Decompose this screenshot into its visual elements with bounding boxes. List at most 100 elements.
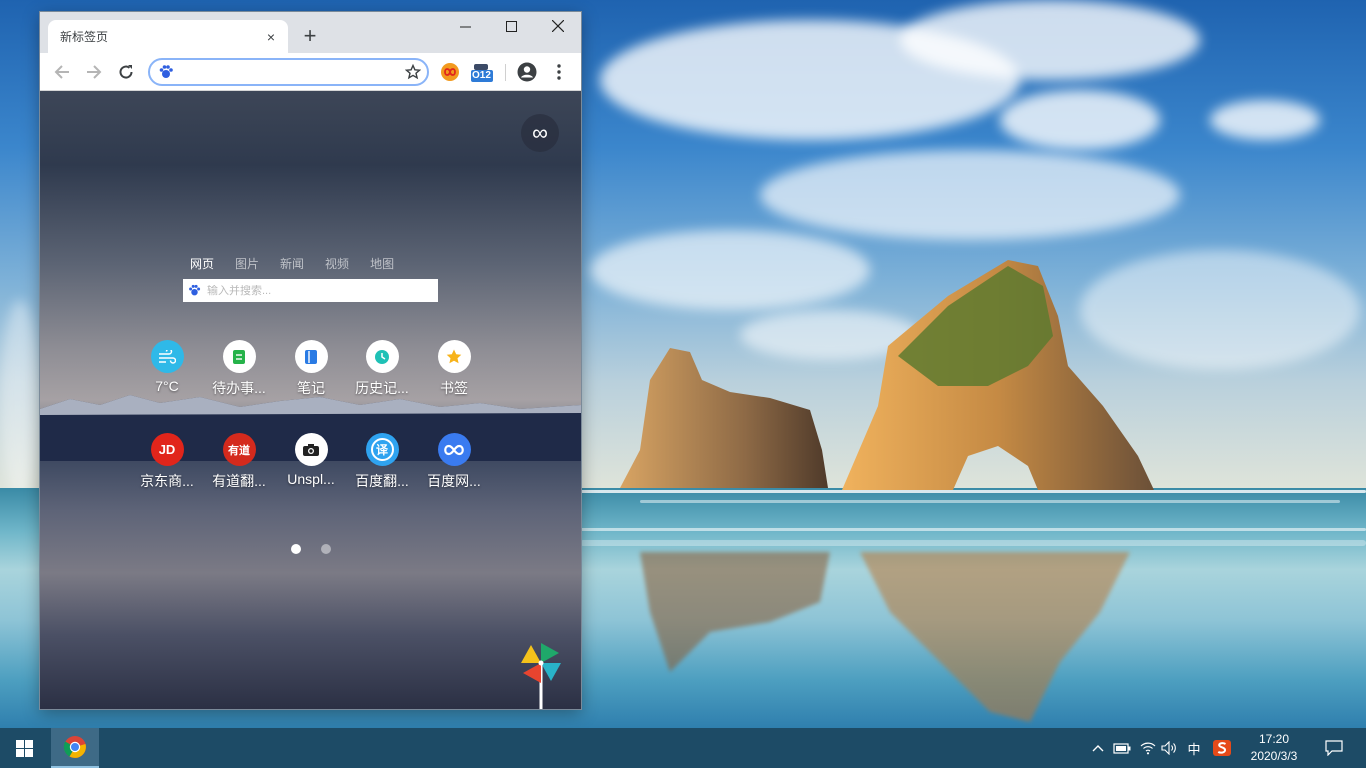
tab-title: 新标签页 bbox=[60, 30, 109, 44]
battery-icon bbox=[1113, 743, 1131, 754]
arch-reflection bbox=[860, 552, 1130, 722]
cloud bbox=[760, 150, 1180, 240]
extension-badge-button[interactable]: O12 bbox=[470, 61, 494, 83]
network-tray-button[interactable] bbox=[1137, 728, 1159, 768]
maximize-button[interactable] bbox=[488, 12, 534, 40]
search-input[interactable] bbox=[207, 284, 427, 297]
forward-button[interactable] bbox=[82, 60, 106, 84]
cloud bbox=[900, 0, 1200, 80]
search-tab-map[interactable]: 地图 bbox=[370, 255, 394, 272]
history-clock-icon bbox=[365, 340, 399, 373]
shortcut-todo[interactable]: 待办事... bbox=[206, 340, 272, 398]
close-window-button[interactable] bbox=[535, 12, 581, 40]
back-button[interactable] bbox=[50, 60, 74, 84]
browser-window: 新标签页 × + O12 ∞ 网页 图片 新闻 视频 地图 输入并搜索... 7… bbox=[40, 12, 581, 709]
shortcut-history[interactable]: 历史记... bbox=[349, 340, 415, 398]
youdao-logo-icon: 有道 bbox=[222, 433, 256, 466]
omnibox[interactable] bbox=[148, 58, 429, 86]
baidu-paw-icon bbox=[159, 65, 173, 78]
search-tab-news[interactable]: 新闻 bbox=[280, 255, 304, 272]
cloud bbox=[1000, 90, 1160, 150]
chrome-logo-icon bbox=[63, 736, 86, 758]
new-tab-button[interactable]: + bbox=[298, 23, 322, 48]
sogou-ime-button[interactable] bbox=[1210, 728, 1234, 768]
shortcut-youdao[interactable]: 有道 有道翻... bbox=[206, 433, 272, 491]
reload-button[interactable] bbox=[114, 60, 138, 84]
shortcut-label: 7°C bbox=[155, 378, 179, 394]
shortcut-baidu-netdisk[interactable]: 百度网... bbox=[421, 433, 487, 491]
browser-toolbar: O12 bbox=[40, 53, 581, 91]
infinity-menu-button[interactable]: ∞ bbox=[521, 114, 559, 152]
extension-badge-text: O12 bbox=[472, 70, 491, 81]
baidu-translate-icon: 译 bbox=[365, 433, 399, 466]
page-indicator-dot-active[interactable] bbox=[291, 544, 301, 554]
page-indicator-dot[interactable] bbox=[321, 544, 331, 554]
wifi-icon bbox=[1140, 742, 1156, 755]
input-method-indicator[interactable]: 中 bbox=[1183, 728, 1205, 768]
minimize-button[interactable] bbox=[442, 12, 488, 40]
search-tab-images[interactable]: 图片 bbox=[235, 255, 259, 272]
infinity-icon: ∞ bbox=[532, 120, 548, 145]
address-input[interactable] bbox=[180, 64, 405, 80]
chevron-up-icon bbox=[1092, 745, 1104, 752]
shortcut-notes[interactable]: 笔记 bbox=[278, 340, 344, 398]
battery-tray-button[interactable] bbox=[1111, 728, 1133, 768]
shortcut-jd[interactable]: JD 京东商... bbox=[134, 433, 200, 491]
search-tab-web[interactable]: 网页 bbox=[190, 255, 214, 272]
shortcut-bookmarks[interactable]: 书签 bbox=[421, 340, 487, 398]
baidu-netdisk-icon bbox=[437, 433, 471, 466]
shortcut-label: Unspl... bbox=[287, 471, 335, 487]
todo-icon bbox=[222, 340, 256, 373]
weather-wind-icon bbox=[150, 340, 184, 373]
tab-strip: 新标签页 × + bbox=[40, 12, 581, 53]
speaker-icon bbox=[1161, 741, 1176, 755]
more-vert-icon bbox=[557, 64, 561, 80]
search-engine-tabs: 网页 图片 新闻 视频 地图 bbox=[190, 255, 415, 272]
baidu-paw-icon bbox=[189, 284, 201, 296]
jd-logo-icon: JD bbox=[150, 433, 184, 466]
action-center-button[interactable] bbox=[1316, 728, 1352, 768]
clock-time: 17:20 bbox=[1258, 732, 1290, 746]
shortcut-label: 笔记 bbox=[297, 380, 325, 396]
extension-infinity-button[interactable] bbox=[439, 61, 461, 83]
shortcut-label: 百度翻... bbox=[355, 473, 409, 489]
tab-new-tab[interactable]: 新标签页 × bbox=[48, 20, 288, 53]
taskbar-clock[interactable]: 17:20 2020/3/3 bbox=[1236, 728, 1312, 768]
notes-icon bbox=[294, 340, 328, 373]
shortcut-label: 京东商... bbox=[140, 473, 194, 489]
search-tab-video[interactable]: 视频 bbox=[325, 255, 349, 272]
taskbar: 中 17:20 2020/3/3 bbox=[0, 728, 1366, 768]
cloud bbox=[0, 300, 40, 500]
notification-icon bbox=[1325, 740, 1343, 756]
start-button[interactable] bbox=[0, 728, 48, 768]
show-hidden-icons-button[interactable] bbox=[1088, 728, 1108, 768]
rock-reflection bbox=[640, 552, 830, 672]
search-box[interactable] bbox=[183, 279, 438, 302]
toolbar-divider bbox=[505, 64, 506, 81]
shortcut-weather[interactable]: 7°C bbox=[134, 340, 200, 394]
pinwheel-icon[interactable] bbox=[519, 641, 563, 709]
forward-arrow-icon bbox=[87, 65, 102, 79]
wave-foam bbox=[580, 528, 1366, 531]
bookmark-star-icon[interactable] bbox=[405, 64, 421, 80]
minimize-icon bbox=[459, 26, 471, 27]
cloud bbox=[590, 230, 870, 310]
infinity-extension-icon bbox=[441, 63, 459, 81]
small-sea-stack bbox=[620, 348, 828, 488]
arch-sea-stack bbox=[842, 260, 1154, 490]
account-icon bbox=[517, 62, 537, 82]
wave-foam bbox=[640, 500, 1340, 503]
tab-close-icon[interactable]: × bbox=[262, 28, 280, 46]
back-arrow-icon bbox=[54, 65, 69, 79]
clock-date: 2020/3/3 bbox=[1250, 749, 1298, 763]
shortcut-unsplash[interactable]: Unspl... bbox=[278, 433, 344, 487]
menu-button[interactable] bbox=[548, 61, 570, 83]
maximize-icon bbox=[505, 20, 517, 32]
volume-tray-button[interactable] bbox=[1159, 728, 1181, 768]
shortcut-baidu-translate[interactable]: 译 百度翻... bbox=[349, 433, 415, 491]
shortcut-label: 待办事... bbox=[212, 380, 266, 396]
profile-button[interactable] bbox=[516, 61, 538, 83]
taskbar-chrome-button[interactable] bbox=[51, 728, 99, 768]
camera-icon bbox=[294, 433, 328, 466]
close-icon bbox=[552, 20, 564, 32]
